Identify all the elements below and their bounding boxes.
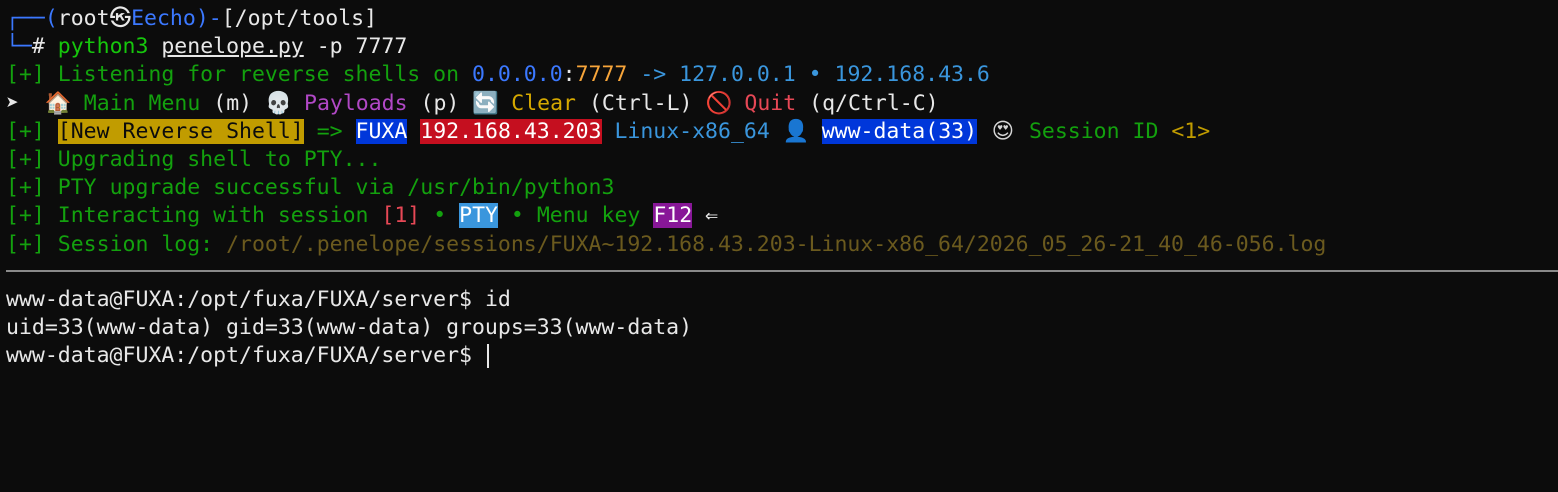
listen-tag: [+]	[6, 62, 45, 88]
session-log-label: Session log:	[57, 231, 214, 257]
shell-prompt-1: www-data@FUXA:/opt/fuxa/FUXA/server$	[6, 287, 472, 312]
command-name: python3	[57, 34, 149, 60]
interacting-line: [+] Interacting with session [1] • PTY •…	[6, 202, 1552, 230]
interacting-text: Interacting with session	[57, 203, 369, 229]
menu-quit-key: (q/Ctrl-C)	[809, 90, 939, 116]
text-cursor[interactable]	[486, 344, 489, 369]
new-shell-session-label: Session ID	[1028, 118, 1159, 144]
interacting-menu-key: F12	[653, 203, 693, 229]
interacting-bullet-1: •	[433, 203, 447, 229]
listen-line: [+] Listening for reverse shells on 0.0.…	[6, 61, 1552, 89]
prompt-tree-top: ┌──	[6, 6, 45, 31]
listen-text: Listening for reverse shells on	[57, 62, 460, 88]
prompt-host: Eecho	[131, 6, 196, 31]
command-script: penelope.py	[161, 34, 304, 60]
shell-prompt-2: www-data@FUXA:/opt/fuxa/FUXA/server$	[6, 343, 472, 369]
shell-output-text: uid=33(www-data) gid=33(www-data) groups…	[6, 315, 693, 341]
interactive-shell[interactable]: www-data@FUXA:/opt/fuxa/FUXA/server$ id …	[6, 286, 1552, 371]
new-shell-ip: 192.168.43.203	[420, 118, 602, 144]
user-icon: 👤	[782, 118, 810, 144]
terminal-output: ┌──(root㉿Eecho)-[/opt/tools] └─# python3…	[6, 5, 1552, 259]
shell-output-1: uid=33(www-data) gid=33(www-data) groups…	[6, 314, 1552, 342]
menu-payloads-key: (p)	[420, 90, 460, 116]
pty-success-text: PTY upgrade successful via /usr/bin/pyth…	[57, 175, 615, 201]
shell-command-1: id	[484, 287, 511, 312]
prompt-hash: #	[31, 34, 45, 60]
new-shell-user: www-data(33)	[821, 118, 978, 144]
back-arrow-icon: ⇐	[705, 203, 719, 229]
session-log-line: [+] Session log: /root/.penelope/session…	[6, 231, 1552, 259]
listen-bind-ip: 0.0.0.0	[472, 62, 563, 88]
new-shell-arch: Linux-x86_64	[614, 118, 770, 144]
prompt-dash: -	[208, 6, 222, 31]
listen-ip2: 192.168.43.6	[834, 62, 990, 88]
pty-success-line: [+] PTY upgrade successful via /usr/bin/…	[6, 174, 1552, 202]
new-shell-host: FUXA	[355, 118, 408, 144]
shell-line-1: www-data@FUXA:/opt/fuxa/FUXA/server$ id	[6, 286, 1552, 314]
menu-pointer-icon: ➤	[6, 90, 19, 116]
interacting-session-num: [1]	[381, 203, 421, 229]
prompt-line-command: └─# python3 penelope.py -p 7777	[6, 33, 1552, 61]
menu-line: ➤ 🏠 Main Menu (m) 💀 Payloads (p) 🔄 Clear…	[6, 90, 1552, 118]
interacting-bullet-2: •	[510, 203, 524, 229]
upgrading-line: [+] Upgrading shell to PTY...	[6, 146, 1552, 174]
menu-payloads-label: Payloads	[304, 90, 408, 116]
menu-clear-key: (Ctrl-L)	[588, 90, 693, 116]
home-icon: 🏠	[44, 90, 72, 116]
shell-line-2[interactable]: www-data@FUXA:/opt/fuxa/FUXA/server$	[6, 342, 1552, 370]
listen-arrow: ->	[640, 62, 667, 88]
prompt-open-paren: (	[44, 6, 58, 31]
prompt-tree-bottom: └─	[6, 34, 32, 60]
heart-eyes-icon: 😍	[991, 118, 1015, 144]
skull-icon: 💀	[265, 90, 292, 116]
new-shell-line: [+] [New Reverse Shell] => FUXA 192.168.…	[6, 118, 1552, 146]
listen-bullet: •	[808, 62, 822, 88]
listen-colon: :	[562, 62, 576, 88]
prompt-cwd: [/opt/tools]	[221, 6, 378, 31]
interacting-menu-key-label: Menu key	[536, 203, 641, 229]
new-shell-tag: [+]	[6, 118, 45, 144]
command-args: -p 7777	[316, 34, 408, 60]
listen-ip1: 127.0.0.1	[679, 62, 796, 88]
menu-main-key: (m)	[213, 90, 253, 116]
upgrading-text: Upgrading shell to PTY...	[57, 146, 382, 172]
new-shell-arrow: =>	[316, 118, 343, 144]
prompt-line-top: ┌──(root㉿Eecho)-[/opt/tools]	[6, 5, 1552, 33]
output-divider	[6, 270, 1558, 272]
menu-clear-label: Clear	[511, 90, 576, 116]
new-shell-session-id: <1>	[1171, 118, 1211, 144]
pty-success-tag: [+]	[6, 175, 45, 201]
menu-main-label: Main Menu	[83, 90, 201, 116]
prompt-user: root	[57, 6, 110, 31]
session-log-tag: [+]	[6, 231, 45, 257]
menu-quit-label: Quit	[744, 90, 797, 116]
interacting-tag: [+]	[6, 203, 45, 229]
upgrading-tag: [+]	[6, 146, 45, 172]
prohibited-icon: 🚫	[705, 90, 733, 116]
new-shell-badge: [New Reverse Shell]	[57, 118, 304, 144]
session-log-path: /root/.penelope/sessions/FUXA~192.168.43…	[226, 231, 1327, 257]
refresh-icon: 🔄	[472, 90, 500, 116]
prompt-close-paren: )	[195, 6, 209, 31]
interacting-pty-badge: PTY	[459, 203, 498, 229]
listen-port: 7777	[575, 62, 628, 88]
prompt-at-symbol-icon: ㉿	[109, 6, 132, 31]
